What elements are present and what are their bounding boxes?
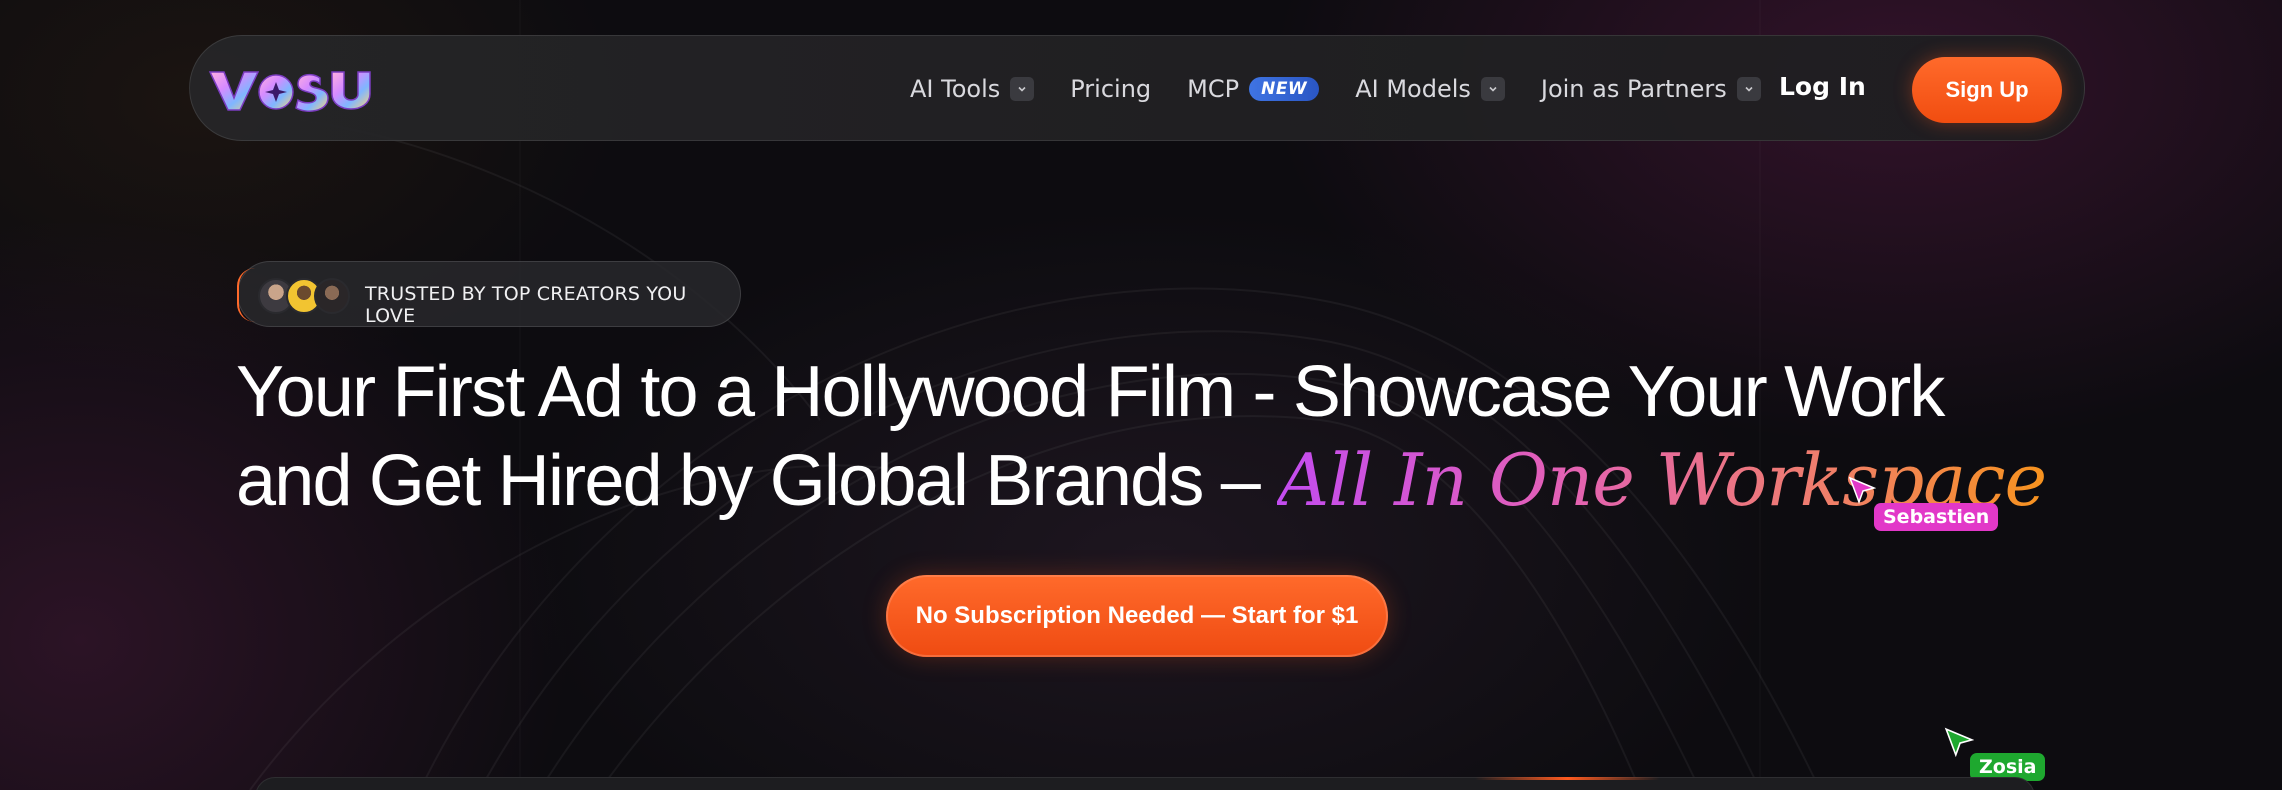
nav-item-label: Pricing [1070,75,1152,103]
nav-item-pricing[interactable]: Pricing [1070,75,1151,103]
nav-item-label: MCP [1187,75,1240,103]
preview-card-glow [1475,777,1660,780]
headline-line-2-text: and Get Hired by Global Brands – [236,441,1278,521]
creator-avatars [258,278,358,314]
login-link[interactable]: Log In [1779,72,1866,101]
new-badge: NEW [1249,77,1320,101]
chevron-down-icon[interactable] [1010,77,1035,101]
hero-headline: Your First Ad to a Hollywood Film - Show… [236,348,2236,525]
nav-links: AI Tools Pricing MCP NEW AI Models Join … [910,36,1761,142]
preview-card [255,777,2035,790]
headline-line-1: Your First Ad to a Hollywood Film - Show… [236,352,1945,432]
nav-item-label: AI Tools [910,75,1001,103]
cursor-arrow-icon [1848,476,1876,504]
nav-item-ai-models[interactable]: AI Models [1355,75,1505,103]
cursor-arrow-icon [1944,727,1974,757]
signup-button[interactable]: Sign Up [1912,57,2062,123]
nav-item-label: AI Models [1355,75,1471,103]
chevron-down-icon[interactable] [1480,77,1505,101]
trusted-by-badge: TRUSTED BY TOP CREATORS YOU LOVE [237,261,741,327]
nav-item-mcp[interactable]: MCP NEW [1187,75,1320,103]
nav-item-join-as-partners[interactable]: Join as Partners [1541,75,1761,103]
trusted-by-text: TRUSTED BY TOP CREATORS YOU LOVE [365,283,687,327]
vosu-logo[interactable] [208,64,376,116]
start-cta-button[interactable]: No Subscription Needed — Start for $1 [886,575,1388,657]
avatar [314,278,350,314]
chevron-down-icon[interactable] [1736,77,1761,101]
top-navbar: AI Tools Pricing MCP NEW AI Models Join … [189,35,2085,141]
nav-item-label: Join as Partners [1540,75,1727,103]
cursor-label-sebastien: Sebastien [1874,503,1999,531]
nav-item-ai-tools[interactable]: AI Tools [910,75,1035,103]
